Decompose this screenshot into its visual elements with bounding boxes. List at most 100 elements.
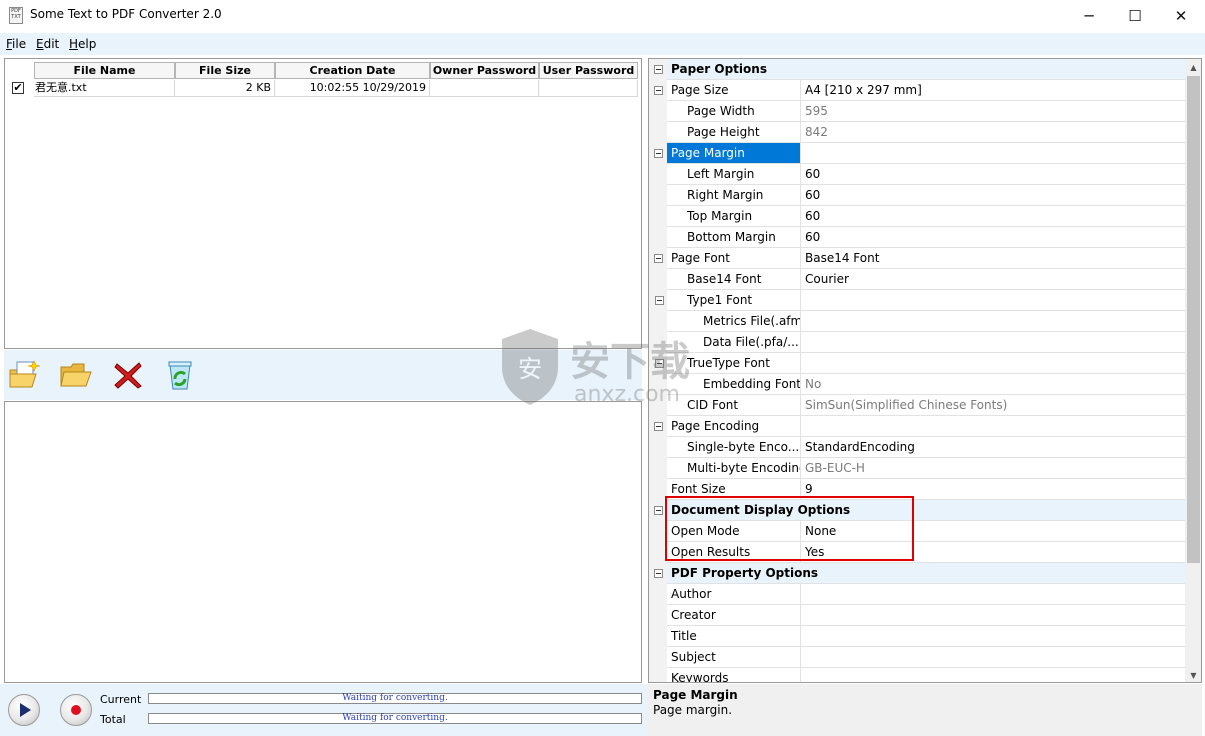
collapse-toggle-icon[interactable]	[654, 149, 663, 158]
property-row[interactable]: Page Font Base14 Font	[667, 248, 1185, 269]
property-row[interactable]: CID Font SimSun(Simplified Chinese Fonts)	[667, 395, 1185, 416]
recycle-button[interactable]	[163, 359, 197, 391]
property-name: Single-byte Enco...	[667, 437, 801, 457]
property-value[interactable]: No	[802, 374, 1185, 394]
collapse-toggle-icon[interactable]	[654, 506, 663, 515]
property-value[interactable]	[802, 416, 1185, 436]
current-progress-bar: Waiting for converting.	[148, 693, 642, 704]
collapse-toggle-icon[interactable]	[654, 65, 663, 74]
property-row[interactable]: TrueType Font	[667, 353, 1185, 374]
property-name: Multi-byte Encoding	[667, 458, 801, 478]
property-row[interactable]: Keywords	[667, 668, 1185, 682]
scroll-thumb[interactable]	[1187, 76, 1200, 563]
column-header-file-name[interactable]: File Name	[34, 62, 175, 79]
log-panel[interactable]	[4, 401, 642, 683]
property-scrollbar[interactable]: ▲ ▼	[1185, 59, 1201, 682]
property-row[interactable]: Multi-byte Encoding GB-EUC-H	[667, 458, 1185, 479]
total-progress-bar: Waiting for converting.	[148, 713, 642, 724]
property-value[interactable]	[802, 143, 1185, 163]
property-name: Page Margin	[667, 143, 801, 163]
property-name: Page Font	[667, 248, 801, 268]
property-row[interactable]: Type1 Font	[667, 290, 1185, 311]
property-row[interactable]: Subject	[667, 647, 1185, 668]
property-name: Right Margin	[667, 185, 801, 205]
property-row[interactable]: Top Margin 60	[667, 206, 1185, 227]
property-value[interactable]: 60	[802, 185, 1185, 205]
property-row[interactable]: PDF Property Options	[667, 563, 1185, 584]
collapse-toggle-icon[interactable]	[654, 422, 663, 431]
delete-button[interactable]	[111, 359, 145, 391]
column-header-creation-date[interactable]: Creation Date	[275, 62, 430, 79]
property-value[interactable]: Courier	[802, 269, 1185, 289]
property-row[interactable]: Data File(.pfa/...	[667, 332, 1185, 353]
start-button[interactable]	[8, 694, 40, 726]
property-row[interactable]: Embedding Font No	[667, 374, 1185, 395]
property-row[interactable]: Author	[667, 584, 1185, 605]
property-row[interactable]: Right Margin 60	[667, 185, 1185, 206]
property-value[interactable]: Base14 Font	[802, 248, 1185, 268]
property-value[interactable]: 60	[802, 206, 1185, 226]
property-value[interactable]	[802, 332, 1185, 352]
menu-help[interactable]: Help	[69, 37, 96, 51]
property-value[interactable]	[802, 311, 1185, 331]
collapse-toggle-icon[interactable]	[654, 86, 663, 95]
property-row[interactable]: Base14 Font Courier	[667, 269, 1185, 290]
property-row[interactable]: Page Margin	[667, 143, 1185, 164]
property-value[interactable]	[802, 647, 1185, 667]
property-value[interactable]	[802, 353, 1185, 373]
property-value[interactable]	[802, 626, 1185, 646]
property-value[interactable]	[802, 605, 1185, 625]
collapse-toggle-icon[interactable]	[655, 296, 664, 305]
property-value[interactable]: 842	[802, 122, 1185, 142]
property-value[interactable]	[802, 668, 1185, 682]
menu-edit[interactable]: Edit	[36, 37, 59, 51]
property-row[interactable]: Page Size A4 [210 x 297 mm]	[667, 80, 1185, 101]
property-row[interactable]: Title	[667, 626, 1185, 647]
minimize-button[interactable]: ─	[1066, 0, 1112, 31]
property-row[interactable]: Page Width 595	[667, 101, 1185, 122]
property-value[interactable]: A4 [210 x 297 mm]	[802, 80, 1185, 100]
property-row[interactable]: Page Encoding	[667, 416, 1185, 437]
column-header-user-password[interactable]: User Password	[539, 62, 638, 79]
property-value[interactable]: 60	[802, 227, 1185, 247]
scroll-up-arrow[interactable]: ▲	[1185, 59, 1201, 76]
collapse-toggle-icon[interactable]	[655, 359, 664, 368]
owner-password-cell[interactable]	[430, 80, 539, 97]
property-grid[interactable]: Paper Options Page Size A4 [210 x 297 mm] P…	[648, 58, 1202, 683]
file-name-cell[interactable]: 君无意.txt	[34, 80, 175, 97]
property-value[interactable]	[802, 584, 1185, 604]
add-files-icon	[9, 360, 40, 388]
property-value[interactable]: GB-EUC-H	[802, 458, 1185, 478]
close-button[interactable]: ✕	[1158, 0, 1204, 31]
property-row[interactable]: Single-byte Enco... StandardEncoding	[667, 437, 1185, 458]
property-row[interactable]: Page Height 842	[667, 122, 1185, 143]
property-value[interactable]: SimSun(Simplified Chinese Fonts)	[802, 395, 1185, 415]
title-bar: PDF TXT Some Text to PDF Converter 2.0 ─…	[0, 0, 1205, 31]
property-row[interactable]: Left Margin 60	[667, 164, 1185, 185]
property-row[interactable]: Metrics File(.afm)	[667, 311, 1185, 332]
property-name: Page Width	[667, 101, 801, 121]
property-row[interactable]: Paper Options	[667, 59, 1185, 80]
user-password-cell[interactable]	[539, 80, 638, 97]
open-folder-button[interactable]	[59, 359, 93, 391]
scroll-down-arrow[interactable]: ▼	[1185, 667, 1201, 682]
column-header-file-size[interactable]: File Size	[175, 62, 275, 79]
menu-file[interactable]: File	[6, 37, 26, 51]
property-value[interactable]: StandardEncoding	[802, 437, 1185, 457]
property-row[interactable]: Bottom Margin 60	[667, 227, 1185, 248]
column-header-owner-password[interactable]: Owner Password	[430, 62, 539, 79]
collapse-toggle-icon[interactable]	[654, 254, 663, 263]
total-label: Total	[100, 713, 126, 726]
collapse-toggle-icon[interactable]	[654, 569, 663, 578]
property-row[interactable]: Creator	[667, 605, 1185, 626]
property-value[interactable]: 60	[802, 164, 1185, 184]
stop-button[interactable]	[60, 694, 92, 726]
file-list[interactable]: File Name File Size Creation Date Owner …	[4, 58, 642, 349]
property-value[interactable]	[802, 290, 1185, 310]
maximize-button[interactable]: ☐	[1112, 0, 1158, 31]
property-value[interactable]: 595	[802, 101, 1185, 121]
property-name: Base14 Font	[667, 269, 801, 289]
add-files-button[interactable]	[7, 359, 41, 391]
record-icon	[71, 705, 81, 715]
file-checkbox[interactable]: ✔	[12, 82, 24, 94]
